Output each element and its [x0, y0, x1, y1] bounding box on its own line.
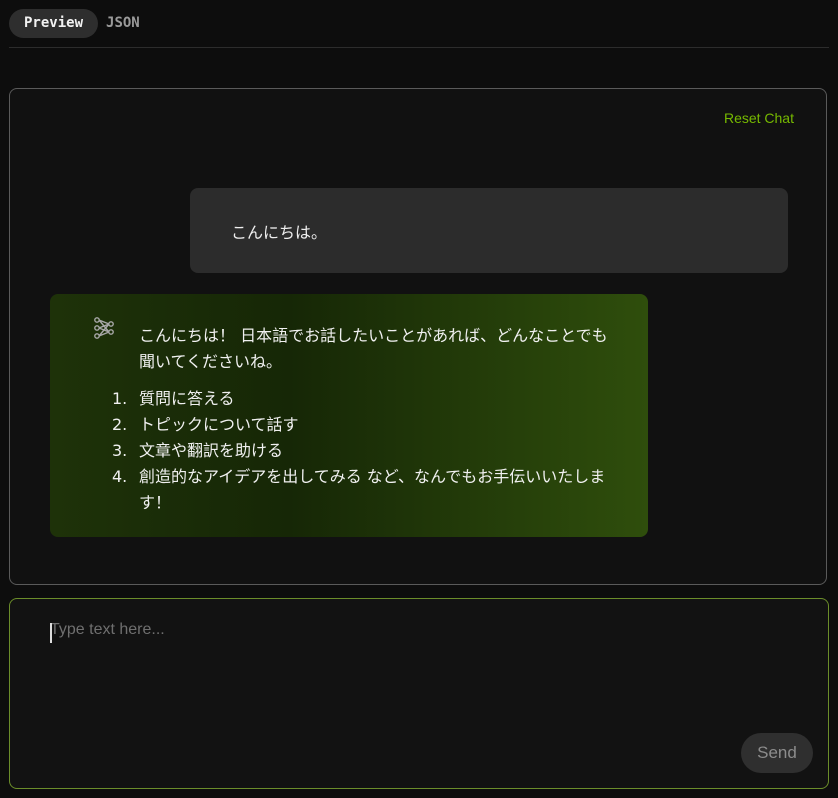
send-button[interactable]: Send: [741, 733, 813, 773]
bot-intro-text: こんにちは！ 日本語でお話したいことがあれば、どんなことでも聞いてくださいね。: [139, 326, 608, 371]
chat-panel: Reset Chat こんにちは。 こんにちは！ 日本語でお話したいことがあれば…: [9, 88, 827, 585]
tab-divider: [9, 47, 829, 48]
message-input[interactable]: [50, 621, 790, 721]
tab-preview[interactable]: Preview: [9, 9, 99, 38]
tab-json[interactable]: JSON: [91, 9, 155, 38]
text-caret: [50, 623, 52, 643]
reset-chat-button[interactable]: Reset Chat: [724, 110, 794, 126]
neural-network-icon: [93, 316, 115, 340]
tab-bar: Preview JSON: [9, 9, 155, 38]
list-item: 3. 文章や翻訳を助ける: [112, 441, 284, 460]
list-item: 1. 質問に答える: [112, 389, 235, 408]
user-message: こんにちは。: [190, 188, 788, 273]
list-item: 2. トピックについて話す: [112, 415, 299, 434]
list-item: 4. 創造的なアイデアを出してみる など、なんでもお手伝いいたします！: [112, 467, 606, 512]
bot-message: こんにちは！ 日本語でお話したいことがあれば、どんなことでも聞いてくださいね。 …: [50, 294, 648, 537]
bot-list: 1. 質問に答える 2. トピックについて話す 3. 文章や翻訳を助ける 4. …: [112, 386, 612, 516]
user-message-text: こんにちは。: [231, 223, 328, 242]
message-input-panel: Send: [9, 598, 829, 789]
